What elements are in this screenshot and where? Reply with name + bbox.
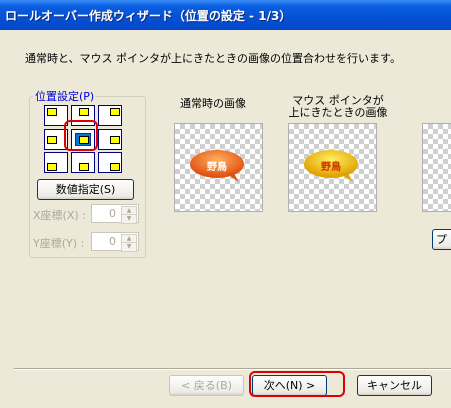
- hover-bubble-image: 野鳥: [303, 148, 363, 184]
- cancel-button[interactable]: キャンセル: [357, 375, 432, 396]
- x-coordinate-spinner[interactable]: 0 ▲ ▼: [91, 204, 139, 224]
- position-cell-top-left[interactable]: [44, 105, 68, 126]
- footer-separator: [14, 368, 451, 370]
- x-coordinate-value: 0: [109, 207, 116, 220]
- x-coordinate-label: X座標(X) :: [33, 209, 86, 222]
- result-image-preview: [422, 123, 451, 212]
- selection-highlight: [64, 120, 98, 151]
- normal-image-label: 通常時の画像: [180, 97, 246, 110]
- position-group-label: 位置設定(P): [33, 88, 97, 104]
- normal-image-preview: 野鳥: [174, 123, 263, 212]
- title-bar: ロールオーバー作成ウィザード（位置の設定 - 1/3）: [0, 0, 451, 30]
- position-cell-bottom-right[interactable]: [98, 152, 122, 173]
- hover-image-preview: 野鳥: [288, 123, 377, 212]
- normal-bubble-image: 野鳥: [189, 148, 249, 184]
- y-coordinate-value: 0: [109, 235, 116, 248]
- next-highlight: [249, 371, 345, 397]
- position-cell-bottom-left[interactable]: [44, 152, 68, 173]
- window-title: ロールオーバー作成ウィザード（位置の設定 - 1/3）: [5, 9, 292, 23]
- y-coordinate-spinner[interactable]: 0 ▲ ▼: [91, 232, 139, 252]
- description-text: 通常時と、マウス ポインタが上にきたときの画像の位置合わせを行います。: [25, 52, 401, 65]
- normal-bubble-text: 野鳥: [207, 162, 227, 173]
- spin-down-icon[interactable]: ▼: [121, 242, 137, 252]
- hover-image-label-line2: 上にきたときの画像: [288, 106, 388, 119]
- position-cell-middle-right[interactable]: [98, 129, 122, 150]
- preview-button[interactable]: プ: [432, 229, 451, 250]
- numeric-spec-button[interactable]: 数値指定(S): [37, 179, 134, 200]
- spin-down-icon[interactable]: ▼: [121, 214, 137, 224]
- hover-bubble-text: 野鳥: [321, 162, 341, 173]
- back-button[interactable]: < 戻る(B): [169, 375, 244, 396]
- position-cell-top-right[interactable]: [98, 105, 122, 126]
- y-coordinate-label: Y座標(Y) :: [33, 237, 85, 250]
- position-cell-bottom-center[interactable]: [71, 152, 95, 173]
